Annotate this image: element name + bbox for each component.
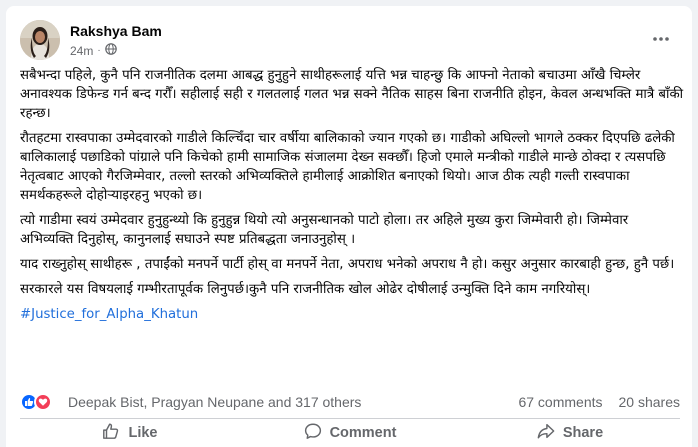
thumbs-up-icon [102,422,120,444]
post-header: Rakshya Bam 24m · [20,20,680,64]
love-reaction-icon [34,393,52,411]
post-paragraph-2: रौतहटमा रास्वपाका उम्मेदवारको गाडीले किल… [20,131,680,203]
comment-label: Comment [329,425,397,441]
post-paragraph-5: सरकारले यस विषयलाई गम्भीरतापूर्वक लिनुपर… [20,282,591,297]
reactions-summary: Deepak Bist, Pragyan Neupane and 317 oth… [20,393,680,413]
globe-icon[interactable] [104,43,117,58]
reactors-names[interactable]: Deepak Bist, Pragyan Neupane and 317 oth… [68,394,361,410]
post-time[interactable]: 24m [70,44,93,58]
comment-bubble-icon [304,422,322,444]
like-button[interactable]: Like [20,419,240,447]
post-card: Rakshya Bam 24m · सबैभन्दा पहिले, कुनै प… [6,6,692,447]
shares-count[interactable]: 20 shares [619,394,680,410]
comment-button[interactable]: Comment [240,419,460,447]
more-options-icon[interactable] [648,26,674,52]
post-meta: 24m · [70,43,117,58]
avatar-image [20,20,60,60]
hashtag-link[interactable]: #Justice_for_Alpha_Khatun [20,305,198,324]
action-bar: Like Comment Share [20,419,680,447]
post-paragraph-3: त्यो गाडीमा स्वयं उम्मेदवार हुनुहुन्थ्यो… [20,213,633,247]
post-paragraph-4: याद राख्नुहोस् साथीहरू , तपाईंको मनपर्ने… [20,257,675,272]
like-label: Like [128,425,158,441]
engagement-counts: 67 comments 20 shares [518,394,680,410]
share-label: Share [562,425,604,441]
post-body: सबैभन्दा पहिले, कुनै पनि राजनीतिक दलमा आ… [20,66,684,324]
share-button[interactable]: Share [460,419,680,447]
author-name[interactable]: Rakshya Bam [70,23,162,39]
reaction-icons[interactable] [20,393,52,411]
share-arrow-icon [537,422,555,444]
author-avatar[interactable] [20,20,60,60]
post-paragraph-1: सबैभन्दा पहिले, कुनै पनि राजनीतिक दलमा आ… [20,68,688,121]
separator-dot: · [97,45,101,56]
comments-count[interactable]: 67 comments [518,394,602,410]
